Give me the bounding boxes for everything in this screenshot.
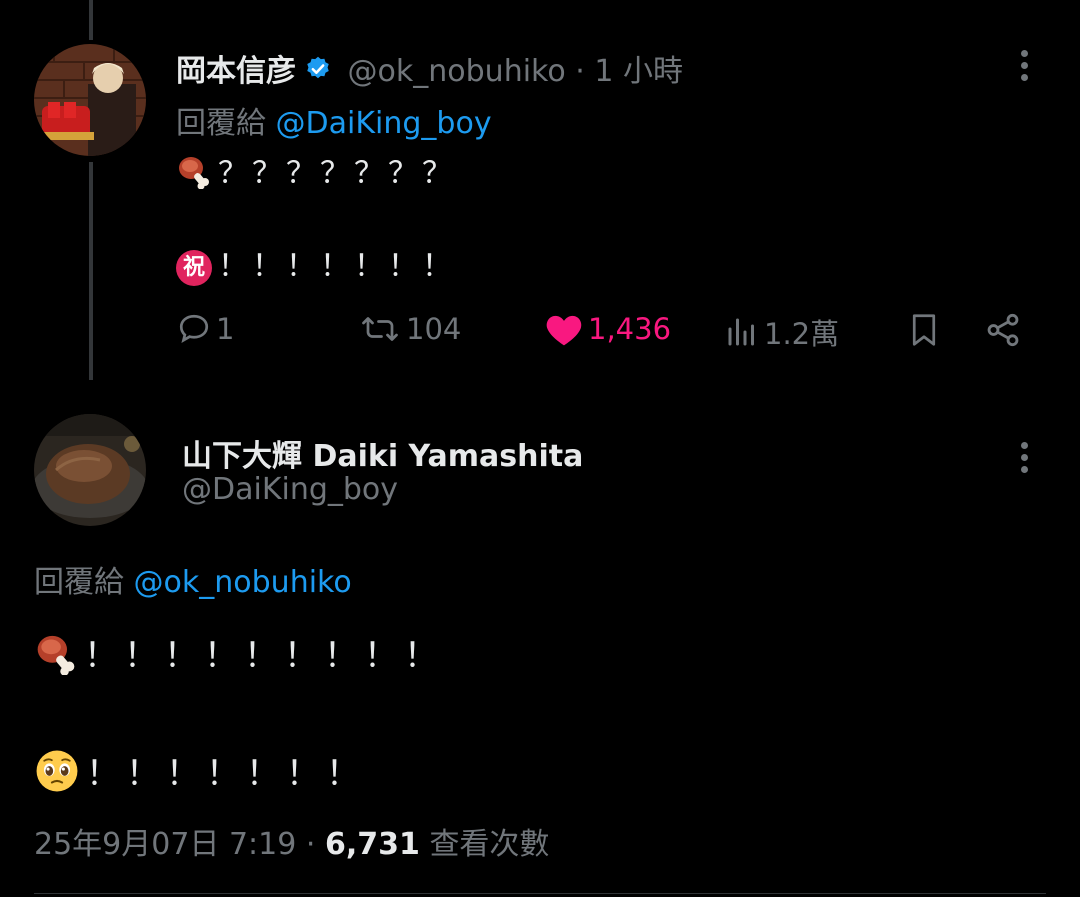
display-name[interactable]: 山下大輝 Daiki Yamashita <box>182 431 583 475</box>
retweet-count: 104 <box>406 312 462 346</box>
share-icon <box>987 313 1019 347</box>
verified-badge-icon <box>304 55 332 91</box>
tweet-text-line2: ！！！！！！！ <box>34 746 366 803</box>
bookmark-icon <box>912 314 936 346</box>
avatar-ok-nobuhiko[interactable] <box>34 44 146 156</box>
tweet-text: ！！！！！！！！！ <box>84 636 444 676</box>
display-name[interactable]: 岡本信彦 <box>176 54 296 89</box>
share-button[interactable] <box>984 311 1022 349</box>
retweet-button[interactable]: 104 <box>358 311 461 347</box>
reply-count: 1 <box>216 312 235 346</box>
avatar-daiking-boy[interactable] <box>34 414 146 526</box>
mention-link[interactable]: @DaiKing_boy <box>276 106 492 141</box>
thread-line-connector <box>89 162 93 380</box>
handle[interactable]: @DaiKing_boy <box>182 472 398 507</box>
retweet-icon <box>362 317 398 341</box>
reply-prefix: 回覆給 <box>176 106 266 141</box>
tweet-text: ！！！！！！！ <box>218 249 456 284</box>
divider <box>34 893 1046 894</box>
like-button[interactable]: 1,436 <box>544 311 671 347</box>
view-label: 查看次數 <box>429 827 550 862</box>
views-icon <box>728 318 754 346</box>
tweet-text-line1: ？？？？？？？ <box>176 148 456 197</box>
view-count: 6,731 <box>324 827 420 862</box>
more-options-icon[interactable] <box>1018 442 1030 482</box>
reply-button[interactable]: 1 <box>176 311 234 347</box>
more-options-icon[interactable] <box>1018 50 1030 90</box>
like-count: 1,436 <box>588 312 672 346</box>
post-timestamp[interactable]: 25年9月07日 7:19 <box>34 827 296 862</box>
congratulation-icon: 祝 <box>176 249 212 286</box>
heart-icon <box>546 315 582 346</box>
tweet-text: ！！！！！！！ <box>86 754 366 794</box>
reply-context: 回覆給 @ok_nobuhiko <box>34 557 352 601</box>
tweet-text-line1: ！！！！！！！！！ <box>34 628 444 684</box>
reply-prefix: 回覆給 <box>34 565 124 600</box>
meat-on-bone-icon <box>176 153 212 197</box>
meta-separator: · <box>305 827 316 862</box>
reply-icon <box>179 314 209 344</box>
thread-line-top <box>89 0 93 40</box>
views-button[interactable]: 1.2萬 <box>724 311 839 353</box>
bookmark-button[interactable] <box>906 311 942 349</box>
mention-link[interactable]: @ok_nobuhiko <box>134 565 352 600</box>
tweet-meta: 25年9月07日 7:19 · 6,731 查看次數 <box>34 819 549 863</box>
tweet-text-line2: 祝！！！！！！！ <box>176 241 456 286</box>
meat-on-bone-icon <box>34 631 78 684</box>
timestamp[interactable]: · 1 小時 <box>575 54 683 89</box>
tweet-text: ？？？？？？？ <box>218 156 456 191</box>
reply-context: 回覆給 @DaiKing_boy <box>176 98 492 142</box>
pleading-face-icon <box>34 748 80 803</box>
view-count: 1.2萬 <box>764 317 840 351</box>
handle[interactable]: @ok_nobuhiko <box>348 54 566 89</box>
tweet-header: 岡本信彦 @ok_nobuhiko · 1 小時 <box>176 46 683 91</box>
